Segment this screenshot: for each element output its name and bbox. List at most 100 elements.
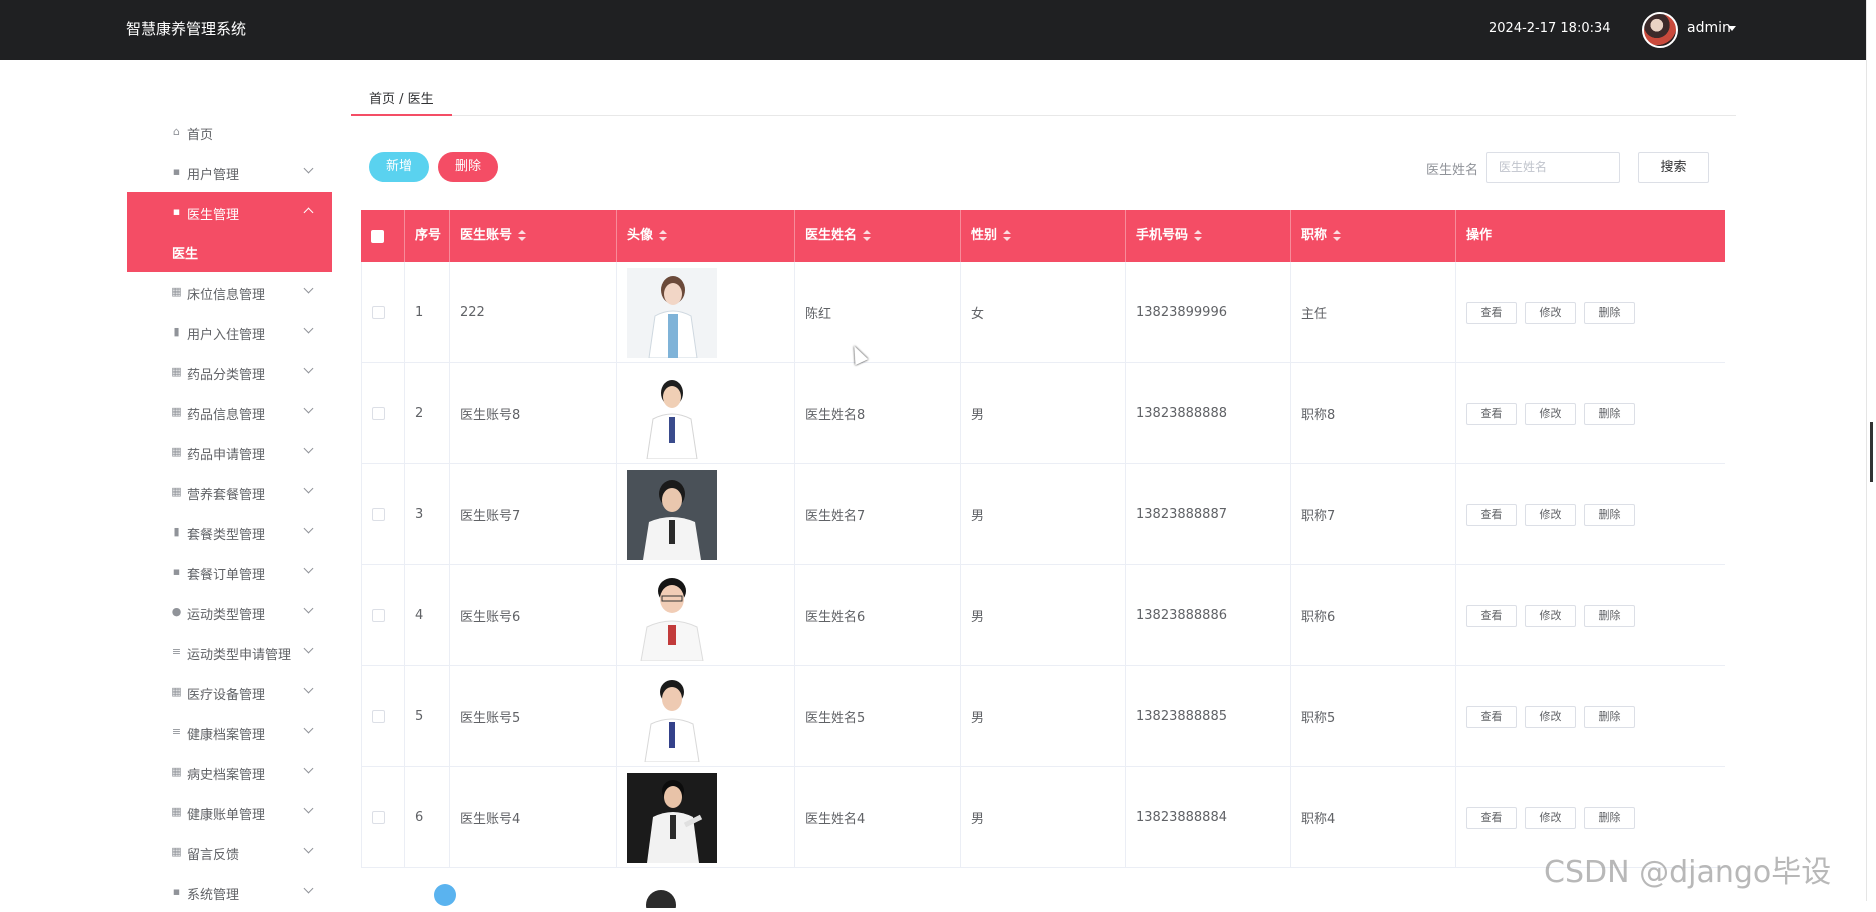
phone-cell: 13823888884 bbox=[1126, 767, 1291, 868]
table-row: 2 医生账号8 医生姓名8 男 13823888888 职称8 查看 修改 删除 bbox=[361, 363, 1725, 464]
column-header-phone[interactable]: 手机号码 bbox=[1126, 210, 1291, 262]
column-header-account[interactable]: 医生账号 bbox=[450, 210, 617, 262]
user-group-icon: ▪ bbox=[172, 165, 181, 178]
sidebar-item-health-bill[interactable]: ▦ 健康账单管理 bbox=[127, 792, 332, 832]
list-icon: ≡ bbox=[171, 725, 182, 738]
chevron-down-icon bbox=[303, 803, 314, 814]
sidebar-item-drug-info[interactable]: ▦ 药品信息管理 bbox=[127, 392, 332, 432]
sidebar-menu: ⌂ 首页 ▪ 用户管理 ▪ 医生管理 医生 ▦ 床位信息管理 ▮ 用户入住管理 … bbox=[127, 112, 332, 912]
column-header-name[interactable]: 医生姓名 bbox=[795, 210, 961, 262]
gender-cell: 女 bbox=[961, 262, 1126, 363]
column-header-title[interactable]: 职称 bbox=[1291, 210, 1456, 262]
edit-button[interactable]: 修改 bbox=[1525, 504, 1576, 526]
index-cell: 6 bbox=[405, 767, 450, 868]
sidebar-item-exercise-type[interactable]: ● 运动类型管理 bbox=[127, 592, 332, 632]
view-button[interactable]: 查看 bbox=[1466, 605, 1517, 627]
column-header-avatar[interactable]: 头像 bbox=[617, 210, 795, 262]
sidebar-item-label: 运动类型申请管理 bbox=[187, 648, 292, 663]
name-cell: 医生姓名6 bbox=[795, 565, 961, 666]
index-cell: 4 bbox=[405, 565, 450, 666]
caret-down-icon[interactable] bbox=[1728, 26, 1736, 31]
username-menu[interactable]: admin bbox=[1687, 20, 1731, 36]
sidebar-item-package-order[interactable]: ▪ 套餐订单管理 bbox=[127, 552, 332, 592]
search-button[interactable]: 搜索 bbox=[1638, 152, 1709, 183]
delete-button[interactable]: 删除 bbox=[1584, 403, 1635, 425]
phone-cell: 13823888887 bbox=[1126, 464, 1291, 565]
sidebar-item-exercise-request[interactable]: ≡ 运动类型申请管理 bbox=[127, 632, 332, 672]
delete-button[interactable]: 删除 bbox=[1584, 504, 1635, 526]
sidebar-item-label: 系统管理 bbox=[187, 888, 240, 903]
view-button[interactable]: 查看 bbox=[1466, 807, 1517, 829]
edit-button[interactable]: 修改 bbox=[1525, 302, 1576, 324]
datetime-display: 2024-2-17 18:0:34 bbox=[1489, 21, 1611, 36]
edit-button[interactable]: 修改 bbox=[1525, 605, 1576, 627]
select-all-checkbox[interactable] bbox=[371, 230, 384, 243]
view-button[interactable]: 查看 bbox=[1466, 504, 1517, 526]
sidebar-item-label: 用户管理 bbox=[187, 168, 240, 183]
phone-cell: 13823899996 bbox=[1126, 262, 1291, 363]
sidebar-item-medical-history[interactable]: ▦ 病史档案管理 bbox=[127, 752, 332, 792]
doctor-name-search-input[interactable]: 医生姓名 bbox=[1486, 152, 1620, 183]
add-button[interactable]: 新增 bbox=[369, 152, 429, 182]
sidebar-item-checkin[interactable]: ▮ 用户入住管理 bbox=[127, 312, 332, 352]
table-header: 序号 医生账号 头像 医生姓名 性别 手机号码 职称 操作 bbox=[361, 210, 1725, 262]
sort-icon[interactable] bbox=[1333, 229, 1342, 242]
sort-icon[interactable] bbox=[518, 229, 527, 242]
delete-button[interactable]: 删除 bbox=[1584, 807, 1635, 829]
apps-icon: ▦ bbox=[171, 365, 182, 378]
delete-button[interactable]: 删除 bbox=[1584, 605, 1635, 627]
row-checkbox[interactable] bbox=[372, 306, 385, 319]
row-checkbox[interactable] bbox=[372, 407, 385, 420]
breadcrumb-tab[interactable]: 首页 / 医生 bbox=[351, 86, 452, 116]
table-row: 4 医生账号6 医生姓名6 男 13823888886 职称6 查看 修改 删除 bbox=[361, 565, 1725, 666]
sidebar-item-doctor-management[interactable]: ▪ 医生管理 bbox=[127, 192, 332, 232]
delete-button[interactable]: 删除 bbox=[1584, 302, 1635, 324]
avatar[interactable] bbox=[1642, 12, 1678, 48]
sidebar-item-drug-request[interactable]: ▦ 药品申请管理 bbox=[127, 432, 332, 472]
sidebar-item-home[interactable]: ⌂ 首页 bbox=[127, 112, 332, 152]
batch-delete-button[interactable]: 删除 bbox=[438, 152, 498, 182]
edit-button[interactable]: 修改 bbox=[1525, 807, 1576, 829]
scrollbar-thumb[interactable] bbox=[1870, 422, 1873, 482]
sidebar-item-system[interactable]: ▪ 系统管理 bbox=[127, 872, 332, 912]
row-checkbox[interactable] bbox=[372, 609, 385, 622]
column-header-gender[interactable]: 性别 bbox=[961, 210, 1126, 262]
doctor-photo-image bbox=[627, 570, 717, 661]
edit-button[interactable]: 修改 bbox=[1525, 403, 1576, 425]
view-button[interactable]: 查看 bbox=[1466, 403, 1517, 425]
column-header-label: 医生账号 bbox=[460, 228, 513, 243]
avatar-cell bbox=[617, 666, 795, 767]
sort-icon[interactable] bbox=[1003, 229, 1012, 242]
sort-icon[interactable] bbox=[1194, 229, 1203, 242]
sidebar-item-medical-device[interactable]: ▦ 医疗设备管理 bbox=[127, 672, 332, 712]
scroll-top-icon[interactable] bbox=[434, 884, 456, 906]
sidebar-item-nutrition-package[interactable]: ▦ 营养套餐管理 bbox=[127, 472, 332, 512]
row-checkbox[interactable] bbox=[372, 508, 385, 521]
sidebar-item-label: 用户入住管理 bbox=[187, 328, 266, 343]
app-title: 智慧康养管理系统 bbox=[126, 20, 247, 38]
sidebar-item-package-type[interactable]: ▮ 套餐类型管理 bbox=[127, 512, 332, 552]
sidebar-item-bed-info[interactable]: ▦ 床位信息管理 bbox=[127, 272, 332, 312]
row-checkbox[interactable] bbox=[372, 811, 385, 824]
sidebar-item-drug-category[interactable]: ▦ 药品分类管理 bbox=[127, 352, 332, 392]
view-button[interactable]: 查看 bbox=[1466, 302, 1517, 324]
sidebar-item-health-record[interactable]: ≡ 健康档案管理 bbox=[127, 712, 332, 752]
view-button[interactable]: 查看 bbox=[1466, 706, 1517, 728]
delete-button[interactable]: 删除 bbox=[1584, 706, 1635, 728]
sidebar-item-label: 套餐类型管理 bbox=[187, 528, 266, 543]
row-checkbox[interactable] bbox=[372, 710, 385, 723]
sidebar-item-feedback[interactable]: ▦ 留言反馈 bbox=[127, 832, 332, 872]
name-cell: 医生姓名7 bbox=[795, 464, 961, 565]
top-bar: 智慧康养管理系统 2024-2-17 18:0:34 admin bbox=[0, 0, 1866, 60]
sort-icon[interactable] bbox=[863, 229, 872, 242]
apps-icon: ▦ bbox=[171, 405, 182, 418]
avatar-cell bbox=[617, 262, 795, 363]
sliders-icon: ≡ bbox=[171, 645, 182, 658]
sidebar-item-label: 首页 bbox=[187, 128, 214, 143]
actions-cell: 查看 修改 删除 bbox=[1456, 262, 1725, 363]
sidebar-item-user-management[interactable]: ▪ 用户管理 bbox=[127, 152, 332, 192]
page-scrollbar[interactable] bbox=[1866, 0, 1876, 901]
edit-button[interactable]: 修改 bbox=[1525, 706, 1576, 728]
sort-icon[interactable] bbox=[659, 229, 668, 242]
sidebar-subitem-doctor[interactable]: 医生 bbox=[127, 232, 332, 272]
